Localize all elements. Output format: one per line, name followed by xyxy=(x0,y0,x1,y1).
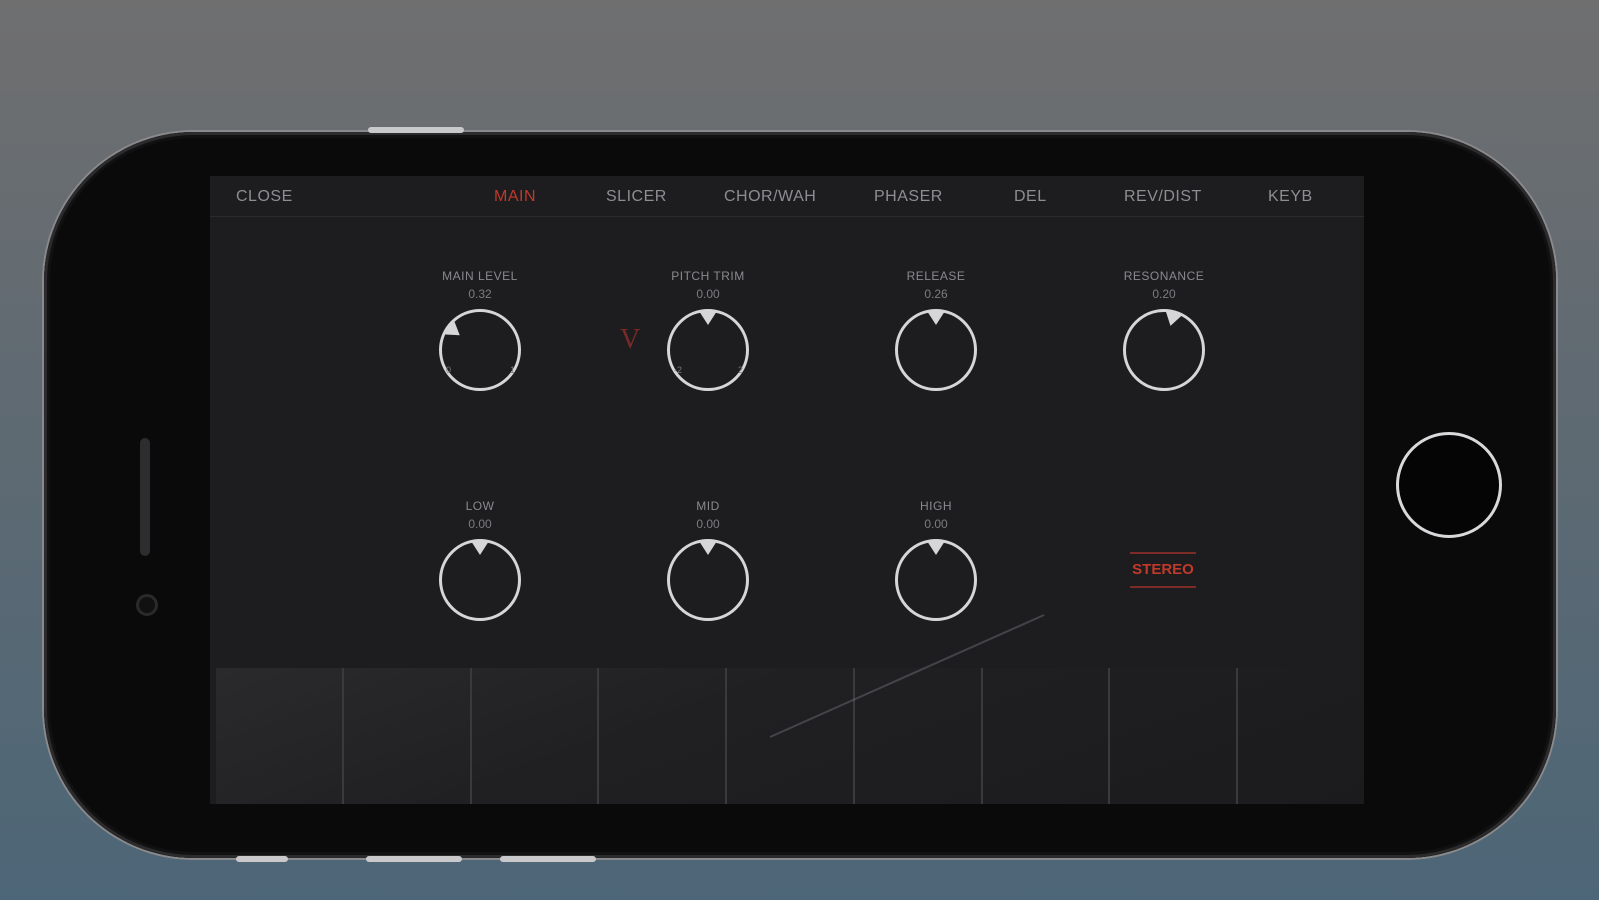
knob-pointer-icon xyxy=(927,311,945,325)
tab-bar: CLOSE MAIN SLICER CHOR/WAH PHASER DEL RE… xyxy=(210,176,1364,217)
pitch-marker-icon: V xyxy=(620,324,641,355)
knob-pointer-icon xyxy=(699,311,717,325)
knob-max-label: 1 xyxy=(510,365,516,375)
pitch-trim-control: PITCH TRIM 0.00 -2 2 xyxy=(648,269,768,391)
knob-value: 0.00 xyxy=(696,517,720,531)
piano-key[interactable] xyxy=(983,668,1111,804)
piano-key[interactable] xyxy=(216,668,344,804)
knob-value: 0.00 xyxy=(924,517,948,531)
side-button xyxy=(236,856,288,862)
speaker-grille xyxy=(140,438,150,556)
knob-pointer-icon xyxy=(1161,309,1183,329)
knob-value: 0.00 xyxy=(468,517,492,531)
knob-max-label: 2 xyxy=(738,365,744,375)
mid-eq-control: MID 0.00 xyxy=(648,499,768,621)
knob-pointer-icon xyxy=(443,319,466,343)
knob-pointer-icon xyxy=(699,541,717,555)
release-knob[interactable] xyxy=(895,309,977,391)
knob-value: 0.20 xyxy=(1152,287,1176,301)
tab-keyb[interactable]: KEYB xyxy=(1268,188,1313,206)
front-camera xyxy=(136,594,158,616)
tab-slicer[interactable]: SLICER xyxy=(606,188,667,206)
low-eq-control: LOW 0.00 xyxy=(420,499,540,621)
piano-key[interactable] xyxy=(472,668,600,804)
tab-phaser[interactable]: PHASER xyxy=(874,188,943,206)
knob-min-label: -2 xyxy=(674,365,683,375)
knob-label: HIGH xyxy=(920,499,952,513)
knob-label: PITCH TRIM xyxy=(671,269,745,283)
main-level-knob[interactable] xyxy=(439,309,521,391)
app-screen: CLOSE MAIN SLICER CHOR/WAH PHASER DEL RE… xyxy=(210,176,1364,804)
tab-chor-wah[interactable]: CHOR/WAH xyxy=(724,188,816,206)
knob-value: 0.26 xyxy=(924,287,948,301)
piano-keyboard xyxy=(216,668,1364,804)
knob-label: LOW xyxy=(465,499,495,513)
tab-main[interactable]: MAIN xyxy=(494,188,536,206)
knob-label: RESONANCE xyxy=(1123,269,1205,283)
piano-key[interactable] xyxy=(1238,668,1364,804)
piano-key[interactable] xyxy=(599,668,728,804)
tab-del[interactable]: DEL xyxy=(1014,188,1047,206)
tab-rev-dist[interactable]: REV/DIST xyxy=(1124,188,1202,206)
high-eq-knob[interactable] xyxy=(895,539,977,621)
knob-pointer-icon xyxy=(927,541,945,555)
piano-key[interactable] xyxy=(727,668,855,804)
knob-value: 0.00 xyxy=(696,287,720,301)
close-button[interactable]: CLOSE xyxy=(236,188,293,206)
low-eq-knob[interactable] xyxy=(439,539,521,621)
knob-pointer-icon xyxy=(471,541,489,555)
pitch-trim-knob[interactable] xyxy=(667,309,749,391)
home-button[interactable] xyxy=(1396,432,1502,538)
mid-eq-knob[interactable] xyxy=(667,539,749,621)
resonance-control: RESONANCE 0.20 xyxy=(1104,269,1224,391)
knob-label: MAIN LEVEL xyxy=(442,269,518,283)
knob-min-label: 0 xyxy=(446,365,452,375)
piano-key[interactable] xyxy=(344,668,472,804)
side-button xyxy=(366,856,462,862)
volume-button xyxy=(368,127,464,133)
resonance-knob[interactable] xyxy=(1123,309,1205,391)
release-control: RELEASE 0.26 xyxy=(876,269,996,391)
knob-value: 0.32 xyxy=(468,287,492,301)
side-button xyxy=(500,856,596,862)
main-level-control: MAIN LEVEL 0.32 0 1 xyxy=(420,269,540,391)
piano-key[interactable] xyxy=(1110,668,1239,804)
phone-frame: CLOSE MAIN SLICER CHOR/WAH PHASER DEL RE… xyxy=(44,132,1556,858)
knob-label: MID xyxy=(696,499,720,513)
stereo-toggle[interactable]: STEREO xyxy=(1130,552,1196,588)
knob-label: RELEASE xyxy=(906,269,966,283)
high-eq-control: HIGH 0.00 xyxy=(876,499,996,621)
